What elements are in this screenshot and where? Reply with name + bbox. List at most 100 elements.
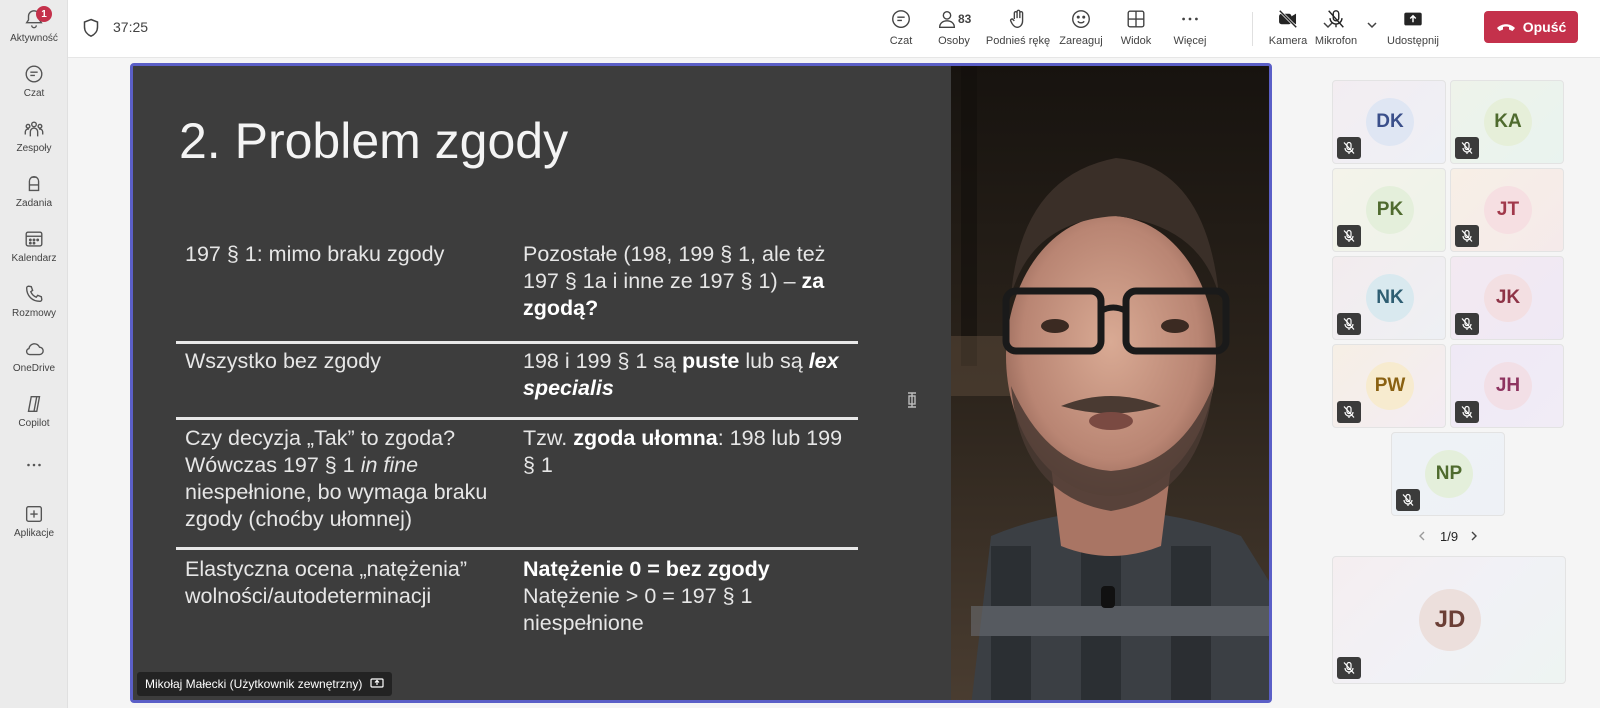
slide-row3-right: Tzw. zgoda ułomna: 198 lub 199 § 1 — [523, 425, 853, 479]
rail-label-onedrive: OneDrive — [12, 363, 56, 374]
people-button[interactable]: 83 Osoby — [936, 8, 972, 52]
slide-row3-left: Czy decyzja „Tak” to zgoda? Wówczas 197 … — [185, 425, 510, 533]
mic-off-icon — [1328, 10, 1344, 28]
mic-off-icon — [1461, 229, 1473, 242]
cloud-icon — [25, 343, 44, 356]
mic-muted-badge — [1455, 401, 1479, 423]
leave-button-label: Opuść — [1522, 19, 1567, 35]
share-button[interactable]: Udostępnij — [1386, 8, 1440, 52]
mic-muted-badge — [1455, 225, 1479, 247]
avatar: JT — [1484, 186, 1532, 234]
slide-row1-left: 197 § 1: mimo braku zgody — [185, 242, 445, 266]
next-page-chevron-icon[interactable] — [1468, 530, 1480, 542]
rail-item-chat[interactable]: Czat — [0, 59, 68, 111]
mic-off-icon — [1343, 141, 1355, 154]
rail-item-more[interactable] — [0, 450, 68, 502]
more-icon — [27, 463, 41, 467]
rail-label-activity: Aktywność — [10, 33, 58, 44]
avatar: DK — [1366, 98, 1414, 146]
react-button[interactable]: Zareaguj — [1059, 8, 1103, 52]
avatar: NP — [1425, 450, 1473, 498]
previous-page-chevron-icon[interactable] — [1416, 530, 1428, 542]
mic-off-icon — [1343, 661, 1355, 674]
more-button[interactable]: Więcej — [1172, 8, 1208, 52]
copilot-icon — [27, 395, 41, 413]
slide-row3-right-bold: zgoda ułomna — [573, 426, 718, 450]
rail-label-apps: Aplikacje — [13, 528, 55, 539]
phone-icon — [25, 285, 43, 303]
mic-off-icon — [1402, 493, 1414, 506]
camera-button[interactable]: Kamera — [1268, 8, 1308, 52]
slide-divider — [176, 547, 858, 550]
slide-row1-right-text: Pozostałe (198, 199 § 1, ale też 197 § 1… — [523, 242, 826, 293]
person-icon — [938, 10, 956, 28]
more-button-label: Więcej — [1173, 35, 1207, 47]
view-button-label: Widok — [1120, 35, 1152, 47]
slide-row3-left-italic: in fine — [360, 453, 419, 477]
shield-icon[interactable] — [82, 18, 100, 38]
mic-muted-badge — [1337, 225, 1361, 247]
mic-options-chevron-icon[interactable] — [1365, 18, 1379, 32]
meeting-timer: 37:25 — [113, 19, 149, 35]
gallery-page-indicator: 1/9 — [1440, 529, 1459, 544]
avatar: JH — [1484, 362, 1532, 410]
participant-tile[interactable]: JK — [1450, 256, 1564, 340]
participant-tile[interactable]: KA — [1450, 80, 1564, 164]
microphone-button-label: Mikrofon — [1314, 35, 1358, 47]
rail-item-apps[interactable]: Aplikacje — [0, 499, 68, 551]
slide-row2-left: Wszystko bez zgody — [185, 349, 381, 373]
mic-off-icon — [1461, 317, 1473, 330]
participant-tile[interactable]: NK — [1332, 256, 1446, 340]
activity-badge: 1 — [36, 6, 52, 22]
avatar: PW — [1366, 362, 1414, 410]
text-cursor-icon — [908, 392, 916, 408]
leave-button[interactable]: Opuść — [1484, 11, 1578, 43]
calendar-icon — [25, 231, 43, 247]
raise-hand-button[interactable]: Podnieś rękę — [986, 8, 1050, 52]
microphone-button[interactable]: Mikrofon — [1310, 8, 1362, 52]
screen-share-indicator-icon — [370, 678, 384, 688]
rail-label-calendar: Kalendarz — [11, 253, 57, 264]
rail-item-tasks[interactable]: Zadania — [0, 169, 68, 221]
mic-muted-badge — [1337, 313, 1361, 335]
participant-tile[interactable]: JH — [1450, 344, 1564, 428]
mic-muted-badge — [1337, 657, 1361, 679]
slide-row4-right-text: Natężenie > 0 = 197 § 1 niespełnione — [523, 584, 753, 635]
chat-icon — [25, 65, 43, 83]
shared-content-frame[interactable]: 2. Problem zgody 197 § 1: mimo braku zgo… — [130, 63, 1272, 703]
slide-row4-right: Natężenie 0 = bez zgody Natężenie > 0 = 1… — [523, 556, 853, 637]
presenter-video-illustration — [951, 66, 1269, 700]
rail-item-onedrive[interactable]: OneDrive — [0, 334, 68, 386]
slide-divider — [176, 341, 858, 344]
mic-muted-badge — [1455, 137, 1479, 159]
presenter-name: Mikołaj Małecki (Użytkownik zewnętrzny) — [145, 677, 363, 691]
presenter-name-tag: Mikołaj Małecki (Użytkownik zewnętrzny) — [137, 672, 393, 696]
participant-tile[interactable]: PW — [1332, 344, 1446, 428]
mic-muted-badge — [1337, 401, 1361, 423]
rail-item-calendar[interactable]: Kalendarz — [0, 224, 68, 276]
meeting-toolbar: 37:25 Czat 83 Osoby Podnieś rękę Zareagu… — [68, 0, 1600, 58]
slide-row3-left-text2: niespełnione, bo wymaga braku zgody (cho… — [185, 480, 488, 531]
participant-tile[interactable]: NP — [1391, 432, 1505, 516]
self-view-tile[interactable]: JD — [1332, 556, 1566, 684]
rail-item-teams[interactable]: Zespoły — [0, 114, 68, 166]
participant-tile[interactable]: PK — [1332, 168, 1446, 252]
slide-title: 2. Problem zgody — [179, 113, 569, 169]
rail-item-activity[interactable]: 1 Aktywność — [0, 4, 68, 56]
avatar: PK — [1366, 186, 1414, 234]
participant-tile[interactable]: DK — [1332, 80, 1446, 164]
rail-label-teams: Zespoły — [16, 143, 52, 154]
mic-off-icon — [1343, 229, 1355, 242]
presenter-video — [951, 66, 1269, 700]
chat-button-label: Czat — [889, 35, 913, 47]
slide-row2-right: 198 i 199 § 1 są puste lub są lex specia… — [523, 348, 853, 402]
rail-item-calls[interactable]: Rozmowy — [0, 279, 68, 331]
slide-row2-right-bold: puste — [682, 349, 740, 373]
participant-tile[interactable]: JT — [1450, 168, 1564, 252]
teams-icon — [24, 121, 44, 137]
rail-label-chat: Czat — [23, 88, 45, 99]
rail-item-copilot[interactable]: Copilot — [0, 389, 68, 441]
rail-label-tasks: Zadania — [15, 198, 53, 209]
view-button[interactable]: Widok — [1119, 8, 1153, 52]
chat-button[interactable]: Czat — [886, 8, 916, 52]
